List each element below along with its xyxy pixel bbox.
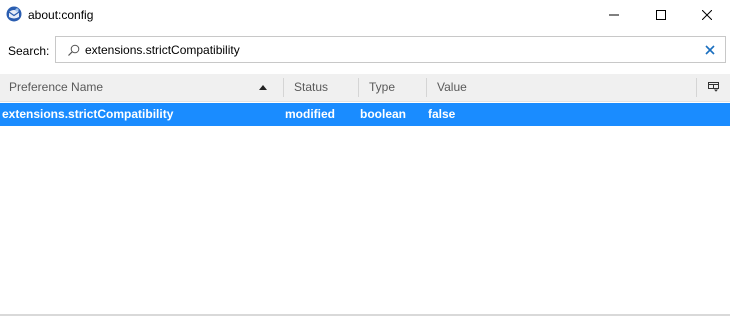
search-input[interactable] — [85, 41, 685, 58]
column-separator[interactable] — [426, 78, 427, 97]
column-header-preference-name[interactable]: Preference Name — [9, 74, 279, 101]
sort-ascending-icon — [259, 85, 267, 90]
column-header-status[interactable]: Status — [294, 74, 358, 101]
column-separator[interactable] — [283, 78, 284, 97]
minimize-icon — [609, 14, 619, 16]
column-separator[interactable] — [358, 78, 359, 97]
search-label: Search: — [8, 44, 50, 58]
clear-icon[interactable] — [704, 44, 716, 56]
cell-type: boolean — [360, 107, 407, 121]
search-row: Search: — [0, 36, 730, 66]
search-box[interactable] — [55, 36, 726, 63]
window-title: about:config — [28, 8, 94, 22]
column-separator[interactable] — [696, 78, 697, 97]
column-header: Preference Name Status Type Value — [0, 74, 730, 102]
maximize-icon — [656, 10, 666, 20]
about-config-window: about:config Search: extensions.strictCo… — [0, 0, 730, 316]
cell-preference-name: extensions.strictCompatibility — [2, 107, 174, 121]
close-icon — [702, 10, 712, 20]
cell-value: false — [428, 107, 456, 121]
search-icon — [68, 44, 80, 56]
thunderbird-icon — [6, 6, 22, 22]
title-bar: about:config — [0, 0, 730, 30]
table-row[interactable]: extensions.strictCompatibility modified … — [0, 103, 730, 126]
minimize-button[interactable] — [591, 0, 637, 30]
column-picker-icon[interactable] — [708, 82, 719, 92]
close-button[interactable] — [684, 0, 730, 30]
maximize-button[interactable] — [638, 0, 684, 30]
column-header-type[interactable]: Type — [369, 74, 425, 101]
column-header-value[interactable]: Value — [437, 74, 687, 101]
cell-status: modified — [285, 107, 335, 121]
